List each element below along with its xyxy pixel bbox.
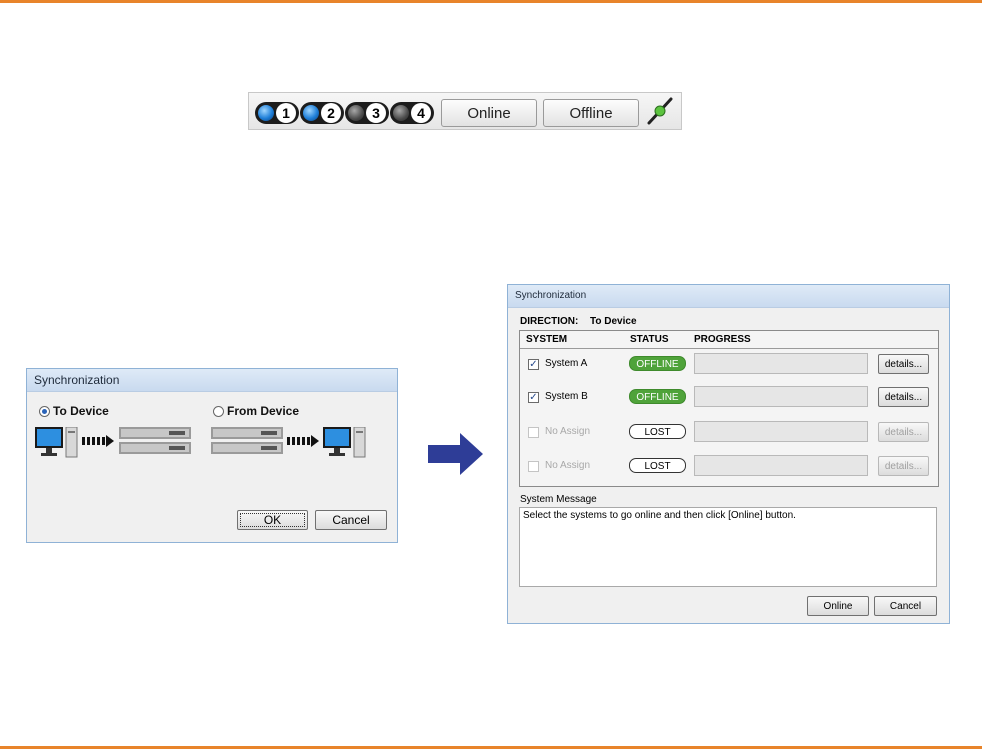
system-name: System B [545,391,588,402]
computer-icon [35,427,78,458]
plug-connect-icon[interactable] [645,96,675,126]
no-assign-checkbox[interactable] [528,461,539,472]
transfer-arrow-icon [82,435,114,447]
to-device-label: To Device [53,404,109,418]
amplifier-device-icon [211,427,283,454]
amplifier-device-icon [119,427,191,454]
ok-button[interactable]: OK [237,510,308,530]
details-button[interactable]: details... [878,456,929,476]
bottom-rule [0,746,982,749]
status-badge: OFFLINE [629,389,686,404]
system-message-label: System Message [520,494,597,505]
dialog-title: Synchronization [508,285,949,308]
system-number: 1 [276,103,296,123]
column-system: SYSTEM [526,334,568,345]
details-button[interactable]: details... [878,354,929,374]
from-device-label: From Device [227,404,300,418]
system-name: No Assign [545,426,591,437]
column-status: STATUS [630,334,669,345]
sync-direction-dialog: Synchronization To Device From Device OK… [26,368,398,543]
system-number: 4 [411,103,431,123]
system-led-icon [258,105,274,121]
system-number: 3 [366,103,386,123]
column-progress: PROGRESS [694,334,751,345]
to-device-radio[interactable] [39,406,50,417]
details-button[interactable]: details... [878,422,929,442]
system-4-button[interactable]: 4 [390,102,434,124]
transfer-arrow-icon [287,435,319,447]
status-badge: OFFLINE [629,356,686,371]
system-led-icon [348,105,364,121]
direction-label: DIRECTION: [520,316,579,327]
system-list-panel: SYSTEM STATUS PROGRESS ✓ System A OFFLIN… [519,330,939,487]
synchronization-dialog: Synchronization DIRECTION: To Device SYS… [507,284,950,624]
online-button[interactable]: Online [441,99,537,127]
from-device-radio[interactable] [213,406,224,417]
system-led-icon [393,105,409,121]
progress-bar [694,386,868,407]
system-2-button[interactable]: 2 [300,102,344,124]
system-b-checkbox[interactable]: ✓ [528,392,539,403]
dialog-title: Synchronization [27,369,397,392]
details-button[interactable]: details... [878,387,929,407]
header-divider [520,348,938,349]
system-1-button[interactable]: 1 [255,102,299,124]
computer-icon [323,427,366,458]
system-number: 2 [321,103,341,123]
system-led-icon [303,105,319,121]
system-name: No Assign [545,460,591,471]
progress-bar [694,353,868,374]
no-assign-checkbox[interactable] [528,427,539,438]
flow-arrow-icon [428,433,483,475]
system-name: System A [545,358,588,369]
direction-value: To Device [590,316,637,327]
status-badge: LOST [629,424,686,439]
system-message-box: Select the systems to go online and then… [519,507,937,587]
online-button[interactable]: Online [807,596,869,616]
system-a-checkbox[interactable]: ✓ [528,359,539,370]
offline-button[interactable]: Offline [543,99,639,127]
progress-bar [694,455,868,476]
progress-bar [694,421,868,442]
system-toolbar: 1 2 3 4 Online Offline [248,92,682,130]
system-3-button[interactable]: 3 [345,102,389,124]
cancel-button[interactable]: Cancel [315,510,387,530]
cancel-button[interactable]: Cancel [874,596,937,616]
top-rule [0,0,982,3]
status-badge: LOST [629,458,686,473]
